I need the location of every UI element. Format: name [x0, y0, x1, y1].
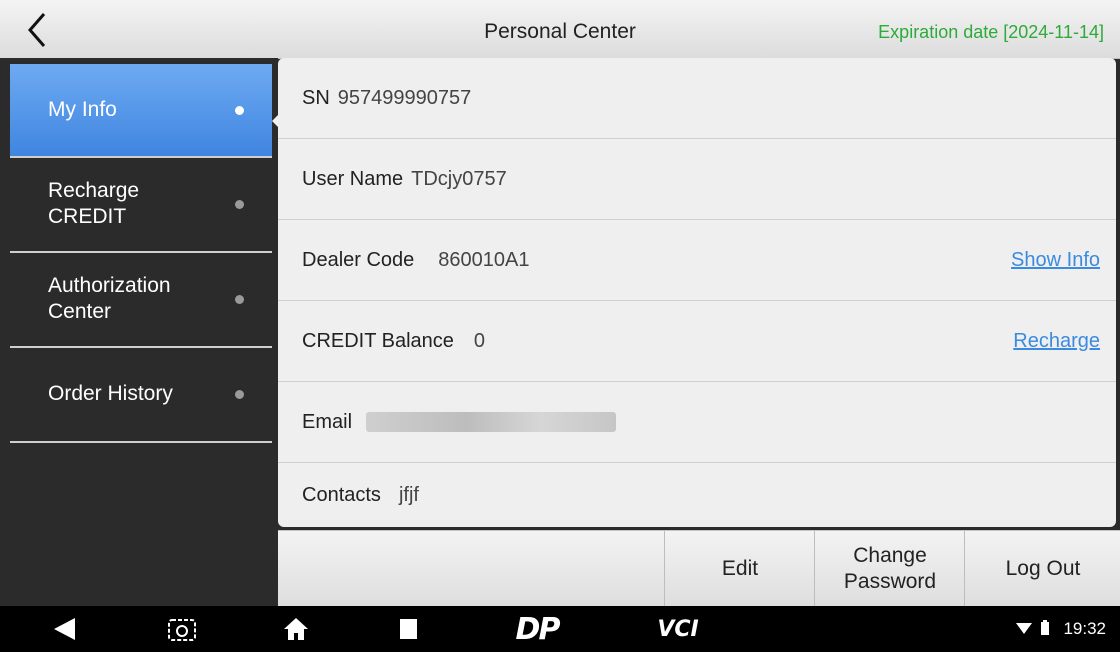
- sidebar: My Info Recharge CREDIT Authorization Ce…: [0, 58, 278, 606]
- system-nav-bar: DP VCI 19:32: [0, 606, 1120, 652]
- credit-balance-value: 0: [473, 329, 486, 352]
- indicator-dot-icon: [235, 390, 244, 399]
- sidebar-item-order-history[interactable]: Order History: [10, 348, 272, 440]
- divider: [10, 441, 272, 443]
- camera-icon: [168, 619, 196, 641]
- change-password-button[interactable]: Change Password: [814, 531, 965, 607]
- screenshot-button[interactable]: [162, 606, 202, 652]
- change-password-label-line1: Change: [853, 544, 927, 567]
- dp-logo-icon: DP: [515, 611, 561, 647]
- sidebar-item-my-info[interactable]: My Info: [10, 64, 272, 156]
- username-row: User Name TDcjy0757: [278, 139, 1116, 220]
- recent-apps-icon: [400, 619, 417, 639]
- home-icon: [284, 618, 308, 640]
- battery-icon: [1041, 620, 1049, 635]
- edit-button-label: Edit: [721, 557, 759, 580]
- username-label: User Name: [302, 167, 404, 190]
- recents-button[interactable]: [388, 606, 428, 652]
- dealer-code-label: Dealer Code: [302, 248, 415, 271]
- recharge-link[interactable]: Recharge: [1013, 330, 1100, 353]
- sn-value: 957499990757: [337, 86, 472, 109]
- sidebar-item-label: Order History: [48, 382, 173, 405]
- indicator-dot-icon: [235, 294, 244, 304]
- dealer-code-row: Dealer Code 860010A1 Show Info: [278, 220, 1116, 301]
- wifi-icon: [1016, 623, 1032, 634]
- contacts-row: Contacts jfjf: [278, 463, 1116, 527]
- vci-logo-icon: VCI: [657, 616, 699, 642]
- sidebar-item-label: Recharge CREDIT: [48, 179, 140, 228]
- redacted-email: [366, 412, 617, 432]
- username-value: TDcjy0757: [411, 167, 507, 190]
- email-row: Email: [278, 382, 1116, 463]
- edit-button[interactable]: Edit: [664, 531, 815, 607]
- dealer-code-value: 860010A1: [438, 248, 530, 271]
- status-icons: [1016, 620, 1050, 636]
- sidebar-item-label: My Info: [48, 98, 117, 121]
- show-info-link[interactable]: Show Info: [1011, 249, 1100, 272]
- contacts-label: Contacts: [302, 483, 381, 506]
- sidebar-item-recharge-credit[interactable]: Recharge CREDIT: [10, 158, 272, 250]
- sidebar-item-authorization-center[interactable]: Authorization Center: [10, 253, 272, 345]
- action-bar: Edit Change Password Log Out: [278, 530, 1120, 607]
- indicator-dot-icon: [235, 199, 244, 209]
- sn-label: SN: [302, 86, 330, 109]
- clock: 19:32: [1063, 619, 1106, 638]
- change-password-label-line2: Password: [843, 570, 937, 593]
- home-button[interactable]: [276, 606, 316, 652]
- credit-balance-row: CREDIT Balance 0 Recharge: [278, 301, 1116, 382]
- nav-back-button[interactable]: [44, 606, 84, 652]
- credit-balance-label: CREDIT Balance: [302, 329, 454, 352]
- log-out-label: Log Out: [1005, 557, 1081, 580]
- vci-app-button[interactable]: VCI: [648, 606, 708, 652]
- triangle-back-icon: [54, 618, 75, 640]
- log-out-button[interactable]: Log Out: [964, 531, 1120, 607]
- contacts-value: jfjf: [398, 483, 419, 506]
- title-bar: Personal Center Expiration date [2024-11…: [0, 0, 1120, 59]
- email-label: Email: [302, 410, 353, 433]
- expiration-date: Expiration date [2024-11-14]: [878, 22, 1104, 42]
- sidebar-item-label: Authorization Center: [48, 274, 171, 323]
- info-panel: SN 957499990757 User Name TDcjy0757 Deal…: [278, 58, 1116, 527]
- dp-app-button[interactable]: DP: [502, 606, 572, 652]
- indicator-dot-icon: [235, 105, 244, 115]
- sn-row: SN 957499990757: [278, 58, 1116, 139]
